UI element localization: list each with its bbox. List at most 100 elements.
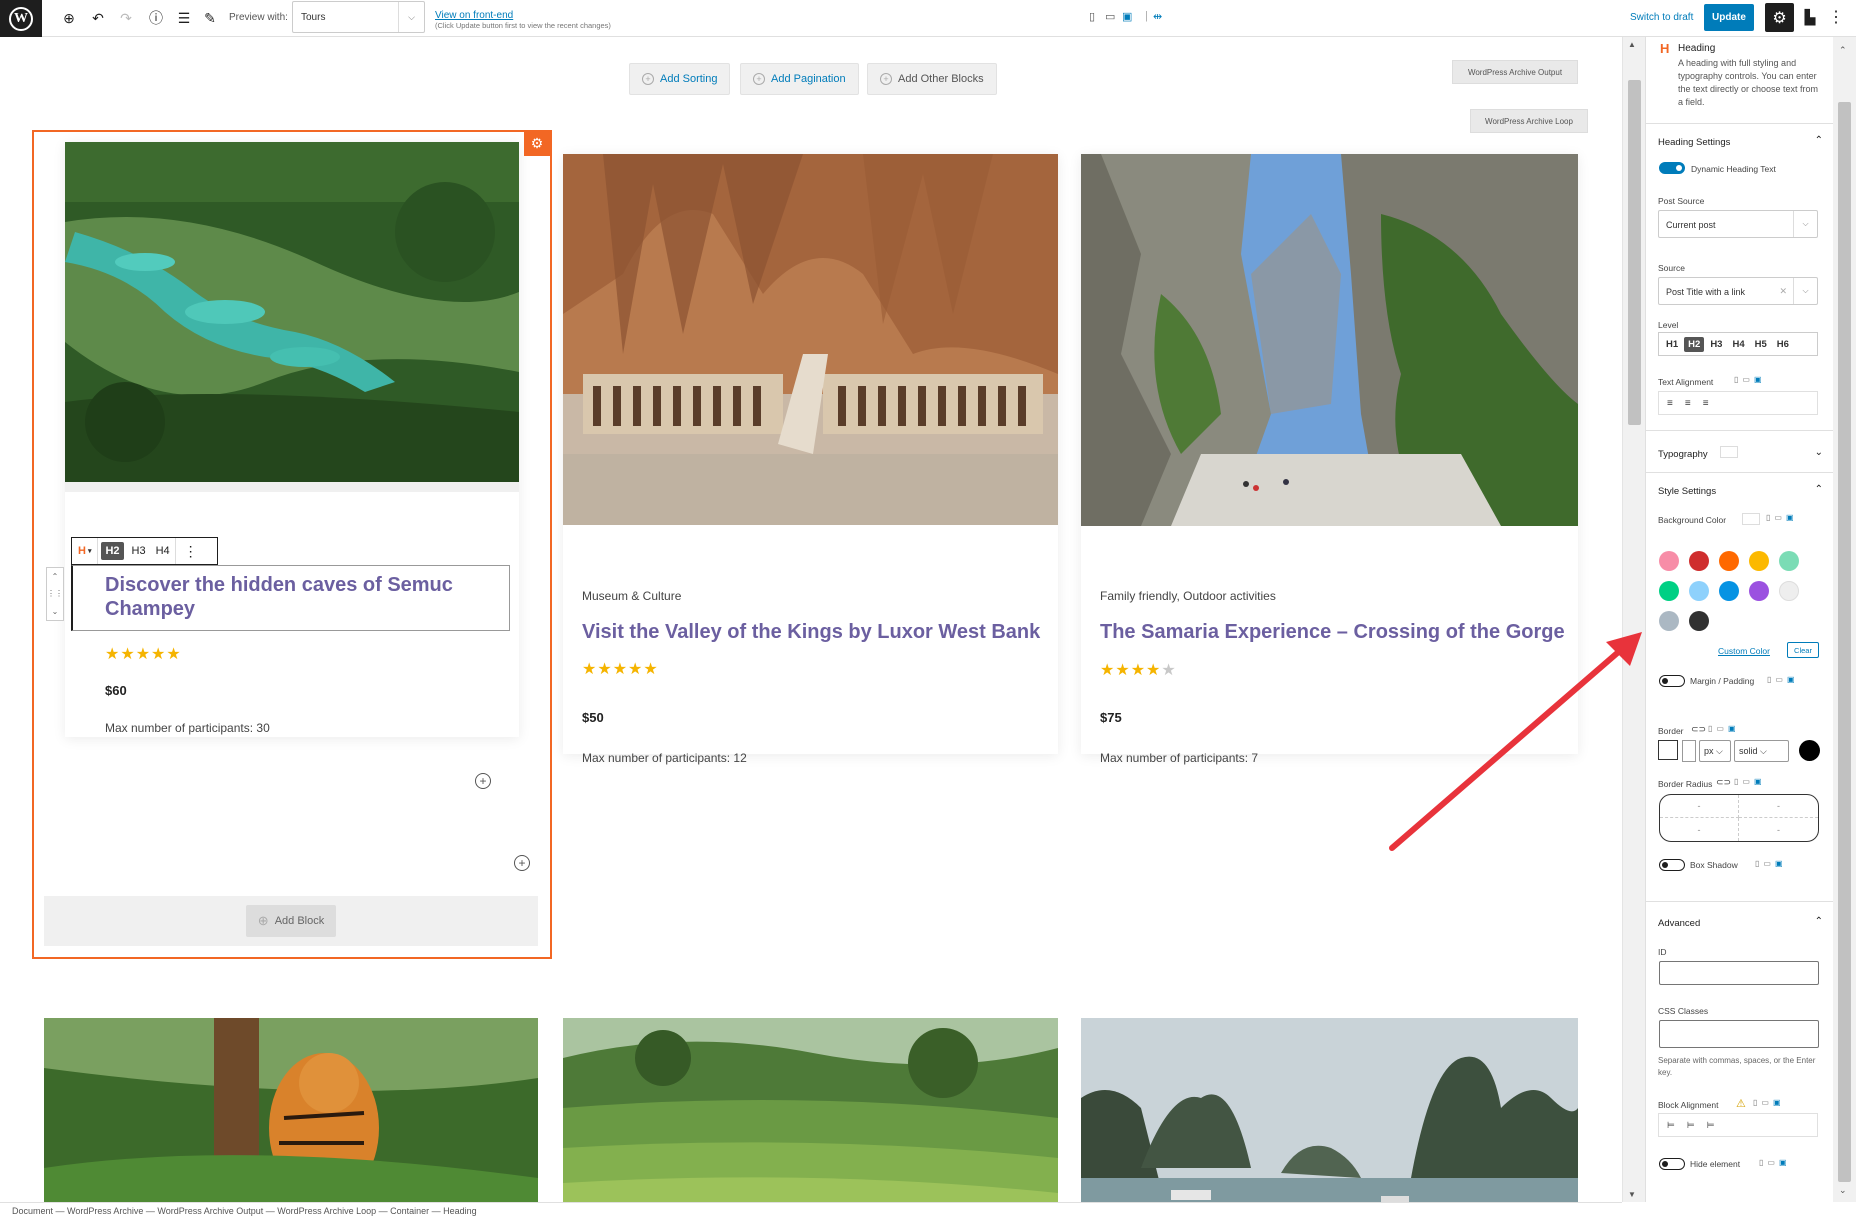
color-swatch-blue[interactable]: [1719, 581, 1739, 601]
level-h3-button[interactable]: H3: [127, 538, 151, 564]
tour-title[interactable]: Visit the Valley of the Kings by Luxor W…: [582, 620, 1042, 644]
add-block-button[interactable]: ⊕ Add Block: [246, 905, 336, 937]
level-h3-button[interactable]: H3: [1706, 337, 1726, 352]
css-classes-input[interactable]: [1659, 1020, 1819, 1048]
color-swatch-amber[interactable]: [1749, 551, 1769, 571]
canvas-scrollbar[interactable]: ▲ ▼: [1622, 37, 1645, 1202]
heading-settings-title[interactable]: Heading Settings: [1658, 137, 1730, 148]
align-center-icon[interactable]: ≡: [1685, 398, 1691, 409]
scroll-up-icon[interactable]: ⌃: [1839, 45, 1847, 56]
move-down-icon[interactable]: ⌄: [52, 607, 59, 616]
plugin-icon[interactable]: ▙: [1800, 7, 1820, 27]
align-right-icon[interactable]: ≡: [1703, 398, 1709, 409]
border-sides-box[interactable]: [1658, 740, 1678, 760]
border-unit-select[interactable]: px ⌵: [1699, 740, 1731, 762]
color-swatch-light-green[interactable]: [1779, 551, 1799, 571]
color-swatch-pale-blue[interactable]: [1689, 581, 1709, 601]
more-options-icon[interactable]: ⋮: [176, 538, 206, 564]
info-icon[interactable]: ⓘ: [146, 8, 166, 28]
view-on-frontend-link[interactable]: View on front-end: [435, 10, 513, 21]
tour-category[interactable]: Family friendly, Outdoor activities: [1100, 589, 1276, 603]
clear-x-icon[interactable]: ✕: [1779, 286, 1787, 297]
border-width-input[interactable]: [1682, 740, 1696, 762]
block-align-right-icon[interactable]: ⊨: [1707, 1120, 1715, 1131]
scroll-down-icon[interactable]: ▼: [1628, 1190, 1636, 1199]
color-swatch-purple[interactable]: [1749, 581, 1769, 601]
source-select[interactable]: Post Title with a link ✕ ⌵: [1658, 277, 1818, 305]
add-other-blocks-button[interactable]: + Add Other Blocks: [867, 63, 997, 95]
sidebar-scroll-thumb[interactable]: [1838, 102, 1851, 1182]
level-h5-button[interactable]: H5: [1751, 337, 1771, 352]
dynamic-heading-toggle[interactable]: [1659, 162, 1685, 174]
color-swatch-green[interactable]: [1659, 581, 1679, 601]
switch-to-draft-link[interactable]: Switch to draft: [1630, 12, 1693, 23]
pencil-icon[interactable]: ✎: [200, 8, 220, 28]
radius-top-right-input[interactable]: -: [1739, 795, 1818, 818]
move-up-icon[interactable]: ⌃: [52, 572, 59, 581]
color-swatch-gray[interactable]: [1659, 611, 1679, 631]
scroll-up-icon[interactable]: ▲: [1628, 40, 1636, 49]
color-swatch-orange[interactable]: [1719, 551, 1739, 571]
radius-bottom-left-input[interactable]: -: [1660, 818, 1739, 841]
block-mover[interactable]: ⌃ ⋮⋮ ⌄: [46, 567, 64, 621]
scroll-down-icon[interactable]: ⌄: [1839, 1185, 1847, 1196]
redo-icon[interactable]: ↷: [116, 8, 136, 28]
color-swatch-dark[interactable]: [1689, 611, 1709, 631]
box-shadow-toggle[interactable]: [1659, 859, 1685, 871]
more-options-icon[interactable]: ⋮: [1826, 7, 1846, 27]
drag-handle-icon[interactable]: ⋮⋮: [47, 589, 63, 598]
block-align-left-icon[interactable]: ⊨: [1667, 1120, 1675, 1131]
responsive-device-icons[interactable]: ▯▭▣: [1734, 777, 1766, 786]
custom-color-link[interactable]: Custom Color: [1718, 646, 1770, 656]
chevron-up-icon[interactable]: ⌃: [1815, 916, 1823, 927]
tablet-preview-icon[interactable]: ▭: [1105, 10, 1115, 23]
responsive-device-icons[interactable]: ▯▭▣: [1767, 675, 1799, 684]
add-pagination-button[interactable]: + Add Pagination: [740, 63, 859, 95]
radius-top-left-input[interactable]: -: [1660, 795, 1739, 818]
responsive-device-icons[interactable]: ▯▭▣: [1759, 1158, 1791, 1167]
add-block-icon[interactable]: ⊕: [59, 8, 79, 28]
post-source-select[interactable]: Current post ⌵: [1658, 210, 1818, 238]
responsive-device-icons[interactable]: ▯▭▣: [1755, 859, 1787, 868]
link-sides-icon[interactable]: ⊂⊃: [1691, 724, 1706, 735]
container-settings-gear-icon[interactable]: ⚙: [524, 130, 550, 156]
tour-title[interactable]: The Samaria Experience – Crossing of the…: [1100, 620, 1570, 644]
responsive-device-icons[interactable]: ▯▭▣: [1734, 375, 1766, 384]
tour-category[interactable]: Museum & Culture: [582, 589, 681, 603]
chevron-up-icon[interactable]: ⌃: [1815, 135, 1823, 146]
level-h6-button[interactable]: H6: [1773, 337, 1793, 352]
id-input[interactable]: [1659, 961, 1819, 985]
responsive-device-icons[interactable]: ▯▭▣: [1766, 513, 1798, 522]
color-swatch-pale-pink[interactable]: [1659, 551, 1679, 571]
level-h2-button[interactable]: H2: [101, 542, 124, 560]
settings-gear-icon[interactable]: ⚙: [1765, 3, 1794, 32]
border-color-swatch[interactable]: [1799, 740, 1820, 761]
add-container-block-icon[interactable]: +: [514, 855, 530, 871]
chevron-down-icon[interactable]: ⌄: [1815, 447, 1823, 458]
responsive-device-icons[interactable]: ▯▭▣: [1753, 1098, 1785, 1107]
link-corners-icon[interactable]: ⊂⊃: [1716, 777, 1731, 788]
advanced-title[interactable]: Advanced: [1658, 918, 1700, 929]
update-button[interactable]: Update: [1704, 4, 1754, 31]
clear-color-button[interactable]: Clear: [1787, 642, 1819, 658]
archive-loop-label[interactable]: WordPress Archive Loop: [1470, 109, 1588, 133]
level-h2-button[interactable]: H2: [1684, 336, 1705, 352]
undo-icon[interactable]: ↶: [88, 8, 108, 28]
level-h4-button[interactable]: H4: [1728, 337, 1748, 352]
block-breadcrumb[interactable]: Document — WordPress Archive — WordPress…: [0, 1202, 1622, 1220]
preview-with-select[interactable]: Tours ⌵: [292, 1, 425, 33]
margin-padding-toggle[interactable]: [1659, 675, 1685, 687]
border-style-select[interactable]: solid ⌵: [1734, 740, 1789, 762]
radius-bottom-right-input[interactable]: -: [1739, 818, 1818, 841]
color-swatch-vivid-red[interactable]: [1689, 551, 1709, 571]
add-inner-block-icon[interactable]: +: [475, 773, 491, 789]
list-view-icon[interactable]: ☰: [174, 8, 194, 28]
canvas-scroll-thumb[interactable]: [1628, 80, 1641, 425]
tour-title[interactable]: Discover the hidden caves of Semuc Champ…: [105, 573, 485, 621]
block-align-center-icon[interactable]: ⊨: [1687, 1120, 1695, 1131]
chevron-up-icon[interactable]: ⌃: [1815, 484, 1823, 495]
heading-type-icon[interactable]: H ▾: [72, 538, 99, 564]
resize-width-icon[interactable]: ⇹: [1153, 10, 1162, 23]
hide-element-toggle[interactable]: [1659, 1158, 1685, 1170]
style-settings-title[interactable]: Style Settings: [1658, 486, 1716, 497]
